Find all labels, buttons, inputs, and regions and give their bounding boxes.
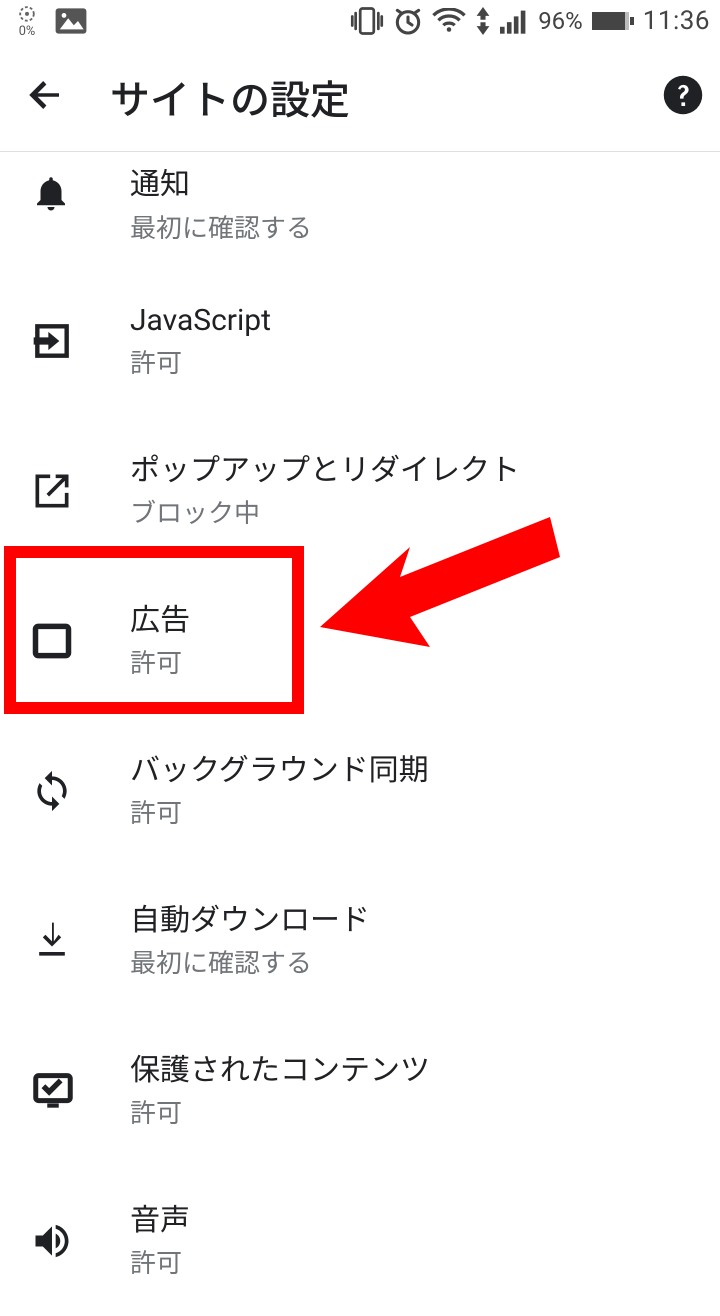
vibrate-icon — [350, 6, 384, 36]
svg-text:0%: 0% — [19, 24, 36, 38]
sync-icon — [30, 769, 130, 813]
item-sub: 許可 — [130, 1093, 430, 1130]
setting-item-protected-content[interactable]: 保護されたコンテンツ 許可 — [0, 1016, 720, 1166]
item-sub: ブロック中 — [130, 493, 520, 530]
clock: 11:36 — [643, 6, 710, 36]
ads-icon — [30, 619, 130, 663]
item-sub: 許可 — [130, 343, 271, 380]
setting-item-popups[interactable]: ポップアップとリダイレクト ブロック中 — [0, 416, 720, 566]
item-sub: 許可 — [130, 1243, 190, 1280]
item-title: ポップアップとリダイレクト — [130, 452, 520, 490]
app-bar: サイトの設定 — [0, 42, 720, 152]
protected-content-icon — [30, 1068, 130, 1114]
setting-item-auto-download[interactable]: 自動ダウンロード 最初に確認する — [0, 866, 720, 1016]
open-in-new-icon — [30, 469, 130, 513]
data-saver-icon: 0% — [10, 4, 44, 38]
picture-icon — [54, 7, 88, 35]
alarm-icon — [392, 5, 424, 37]
item-title: 通知 — [130, 166, 312, 204]
battery-icon — [591, 9, 635, 33]
setting-item-javascript[interactable]: JavaScript 許可 — [0, 266, 720, 416]
item-sub: 最初に確認する — [130, 943, 370, 980]
battery-percent: 96% — [538, 7, 583, 35]
setting-item-sound[interactable]: 音声 許可 — [0, 1166, 720, 1316]
bell-icon — [30, 166, 130, 214]
setting-item-background-sync[interactable]: バックグラウンド同期 許可 — [0, 716, 720, 866]
help-button[interactable] — [662, 74, 704, 120]
settings-list: 通知 最初に確認する JavaScript 許可 ポップアップとリダイレクト ブ… — [0, 152, 720, 1316]
status-bar: 0% — [0, 0, 720, 42]
data-arrows-icon — [474, 7, 492, 35]
item-title: 音声 — [130, 1202, 190, 1240]
setting-item-notifications[interactable]: 通知 最初に確認する — [0, 156, 720, 266]
wifi-icon — [432, 8, 466, 34]
item-title: JavaScript — [130, 302, 271, 340]
item-sub: 許可 — [130, 793, 429, 830]
item-sub: 許可 — [130, 643, 190, 680]
item-sub: 最初に確認する — [130, 208, 312, 245]
page-title: サイトの設定 — [110, 68, 662, 126]
setting-item-ads[interactable]: 広告 許可 — [0, 566, 720, 716]
signal-icon — [500, 8, 530, 34]
item-title: 広告 — [130, 602, 190, 640]
status-left: 0% — [10, 4, 88, 38]
download-icon — [30, 919, 130, 963]
back-button[interactable] — [24, 74, 66, 120]
item-title: バックグラウンド同期 — [130, 752, 429, 790]
status-right: 96% 11:36 — [350, 5, 710, 37]
volume-icon — [30, 1219, 130, 1263]
import-icon — [30, 319, 130, 363]
item-title: 自動ダウンロード — [130, 902, 370, 940]
item-title: 保護されたコンテンツ — [130, 1052, 430, 1090]
